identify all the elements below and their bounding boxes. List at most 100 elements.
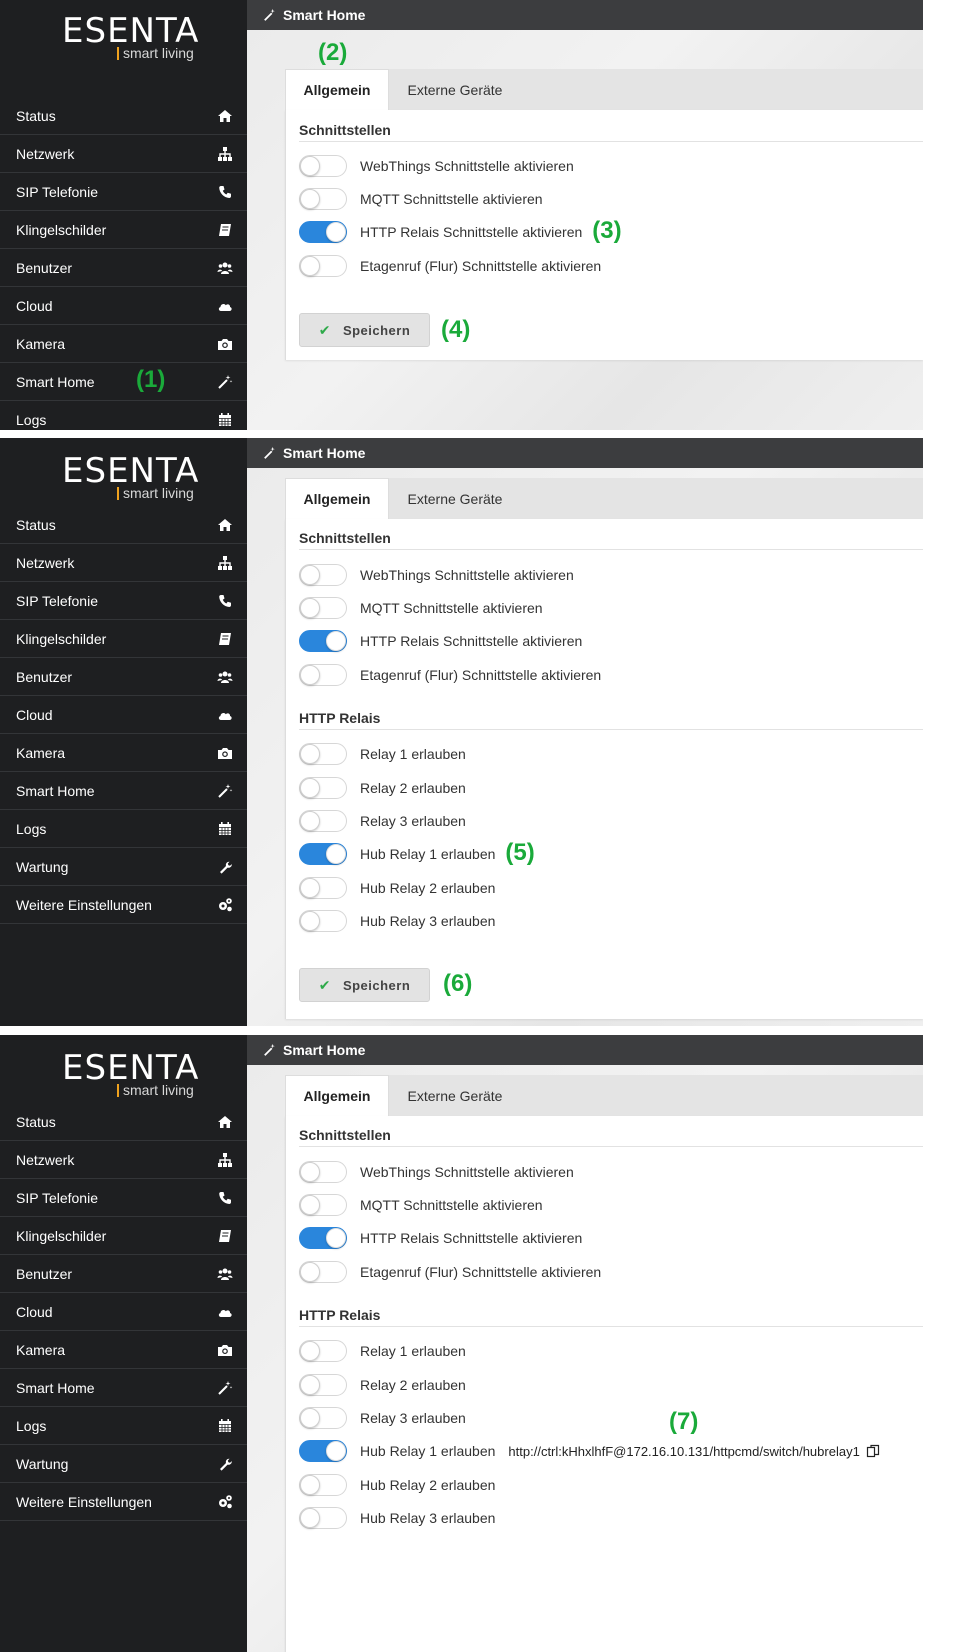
tab-general[interactable]: Allgemein bbox=[285, 478, 389, 519]
sidebar-item-label: Benutzer bbox=[16, 259, 73, 276]
toggle-webthings[interactable] bbox=[299, 1161, 347, 1183]
toggle-knob bbox=[300, 1508, 320, 1528]
sidebar-item-sip[interactable]: SIP Telefonie bbox=[0, 582, 247, 620]
setting-label: Relay 2 erlauben bbox=[360, 1377, 466, 1393]
toggle-webthings[interactable] bbox=[299, 155, 347, 177]
tab-external-devices[interactable]: Externe Geräte bbox=[389, 69, 521, 110]
setting-label: Relay 3 erlauben bbox=[360, 1410, 466, 1426]
sidebar-item-label: Status bbox=[16, 107, 56, 124]
sidebar-item-logs[interactable]: Logs bbox=[0, 810, 247, 848]
sidebar-item-label: Cloud bbox=[16, 297, 53, 314]
save-button[interactable]: ✔ Speichern bbox=[299, 313, 430, 347]
sidebar-item-status[interactable]: Status bbox=[0, 506, 247, 544]
screen-panel-1: ESENTA smart living Status Netzwerk SIP … bbox=[0, 0, 923, 430]
sidebar-item-status[interactable]: Status bbox=[0, 97, 247, 135]
setting-row-hub-relay-3: Hub Relay 3 erlauben bbox=[299, 910, 495, 932]
tab-general[interactable]: Allgemein bbox=[285, 69, 389, 110]
magic-wand-icon bbox=[264, 1043, 275, 1056]
toggle-relay-2[interactable] bbox=[299, 777, 347, 799]
sidebar-item-camera[interactable]: Kamera bbox=[0, 734, 247, 772]
toggle-relay-3[interactable] bbox=[299, 1407, 347, 1429]
toggle-mqtt[interactable] bbox=[299, 597, 347, 619]
toggle-relay-1[interactable] bbox=[299, 1340, 347, 1362]
sidebar-item-smart-home[interactable]: Smart Home bbox=[0, 363, 247, 401]
sidebar-item-sip[interactable]: SIP Telefonie bbox=[0, 1179, 247, 1217]
toggle-http-relay[interactable] bbox=[299, 221, 347, 243]
sidebar-item-status[interactable]: Status bbox=[0, 1103, 247, 1141]
calendar-icon bbox=[217, 821, 233, 837]
toggle-hub-relay-3[interactable] bbox=[299, 910, 347, 932]
sitemap-icon bbox=[217, 555, 233, 571]
setting-label: MQTT Schnittstelle aktivieren bbox=[360, 600, 543, 616]
toggle-http-relay[interactable] bbox=[299, 630, 347, 652]
sidebar-item-cloud[interactable]: Cloud bbox=[0, 1293, 247, 1331]
magic-wand-icon bbox=[264, 8, 275, 21]
setting-label: Hub Relay 1 erlauben bbox=[360, 1443, 496, 1459]
toggle-knob bbox=[300, 878, 320, 898]
sidebar-item-logs[interactable]: Logs bbox=[0, 1407, 247, 1445]
sidebar-item-label: Netzwerk bbox=[16, 554, 75, 571]
annotation-5: (5) bbox=[505, 839, 535, 866]
sidebar-item-camera[interactable]: Kamera bbox=[0, 325, 247, 363]
toggle-floor-call[interactable] bbox=[299, 255, 347, 277]
sidebar-item-cloud[interactable]: Cloud bbox=[0, 287, 247, 325]
toggle-relay-1[interactable] bbox=[299, 743, 347, 765]
sidebar-item-doorbell-labels[interactable]: Klingelschilder bbox=[0, 620, 247, 658]
setting-label: Etagenruf (Flur) Schnittstelle aktiviere… bbox=[360, 667, 602, 683]
sidebar-item-cloud[interactable]: Cloud bbox=[0, 696, 247, 734]
toggle-hub-relay-3[interactable] bbox=[299, 1507, 347, 1529]
settings-card bbox=[285, 519, 923, 1019]
toggle-relay-2[interactable] bbox=[299, 1374, 347, 1396]
copy-icon[interactable] bbox=[866, 1444, 880, 1458]
logo-text: ESENTA bbox=[62, 11, 200, 51]
toggle-floor-call[interactable] bbox=[299, 664, 347, 686]
home-icon bbox=[217, 517, 233, 533]
toggle-knob bbox=[300, 665, 320, 685]
tab-external-devices[interactable]: Externe Geräte bbox=[389, 478, 521, 519]
toggle-knob bbox=[300, 811, 320, 831]
annotation-7: (7) bbox=[669, 1408, 699, 1435]
sidebar-item-camera[interactable]: Kamera bbox=[0, 1331, 247, 1369]
sidebar-item-users[interactable]: Benutzer bbox=[0, 1255, 247, 1293]
sidebar-item-network[interactable]: Netzwerk bbox=[0, 544, 247, 582]
toggle-hub-relay-1[interactable] bbox=[299, 1440, 347, 1462]
sidebar-item-logs[interactable]: Logs bbox=[0, 401, 247, 430]
toggle-hub-relay-2[interactable] bbox=[299, 1474, 347, 1496]
save-button[interactable]: ✔ Speichern bbox=[299, 968, 430, 1002]
setting-label: Relay 3 erlauben bbox=[360, 813, 466, 829]
toggle-knob bbox=[326, 1228, 346, 1248]
phone-icon bbox=[217, 1190, 233, 1206]
sidebar-item-smart-home[interactable]: Smart Home bbox=[0, 772, 247, 810]
check-icon: ✔ bbox=[318, 976, 331, 993]
toggle-floor-call[interactable] bbox=[299, 1261, 347, 1283]
sidebar-item-smart-home[interactable]: Smart Home bbox=[0, 1369, 247, 1407]
toggle-hub-relay-2[interactable] bbox=[299, 877, 347, 899]
toggle-webthings[interactable] bbox=[299, 564, 347, 586]
sidebar-item-users[interactable]: Benutzer bbox=[0, 658, 247, 696]
sidebar-item-more-settings[interactable]: Weitere Einstellungen bbox=[0, 886, 247, 924]
sidebar-item-network[interactable]: Netzwerk bbox=[0, 135, 247, 173]
toggle-hub-relay-1[interactable] bbox=[299, 843, 347, 865]
sidebar-item-doorbell-labels[interactable]: Klingelschilder bbox=[0, 1217, 247, 1255]
toggle-http-relay[interactable] bbox=[299, 1227, 347, 1249]
sidebar-item-maintenance[interactable]: Wartung bbox=[0, 1445, 247, 1483]
setting-row-hub-relay-2: Hub Relay 2 erlauben bbox=[299, 877, 495, 899]
toggle-mqtt[interactable] bbox=[299, 1194, 347, 1216]
logo: ESENTA smart living bbox=[62, 11, 200, 60]
relay-url[interactable]: http://ctrl:kHhxlhfF@172.16.10.131/httpc… bbox=[508, 1444, 859, 1459]
sidebar-item-network[interactable]: Netzwerk bbox=[0, 1141, 247, 1179]
tab-external-devices[interactable]: Externe Geräte bbox=[389, 1075, 521, 1116]
sidebar-item-maintenance[interactable]: Wartung bbox=[0, 848, 247, 886]
logo-tagline: smart living bbox=[117, 46, 194, 60]
sidebar-item-sip[interactable]: SIP Telefonie bbox=[0, 173, 247, 211]
sidebar-item-users[interactable]: Benutzer bbox=[0, 249, 247, 287]
sidebar-item-more-settings[interactable]: Weitere Einstellungen bbox=[0, 1483, 247, 1521]
tab-general[interactable]: Allgemein bbox=[285, 1075, 389, 1116]
toggle-relay-3[interactable] bbox=[299, 810, 347, 832]
sidebar-item-doorbell-labels[interactable]: Klingelschilder bbox=[0, 211, 247, 249]
toggle-knob bbox=[300, 778, 320, 798]
setting-label: Relay 1 erlauben bbox=[360, 746, 466, 762]
toggle-mqtt[interactable] bbox=[299, 188, 347, 210]
topbar: Smart Home bbox=[247, 438, 923, 468]
section-divider bbox=[299, 141, 923, 142]
